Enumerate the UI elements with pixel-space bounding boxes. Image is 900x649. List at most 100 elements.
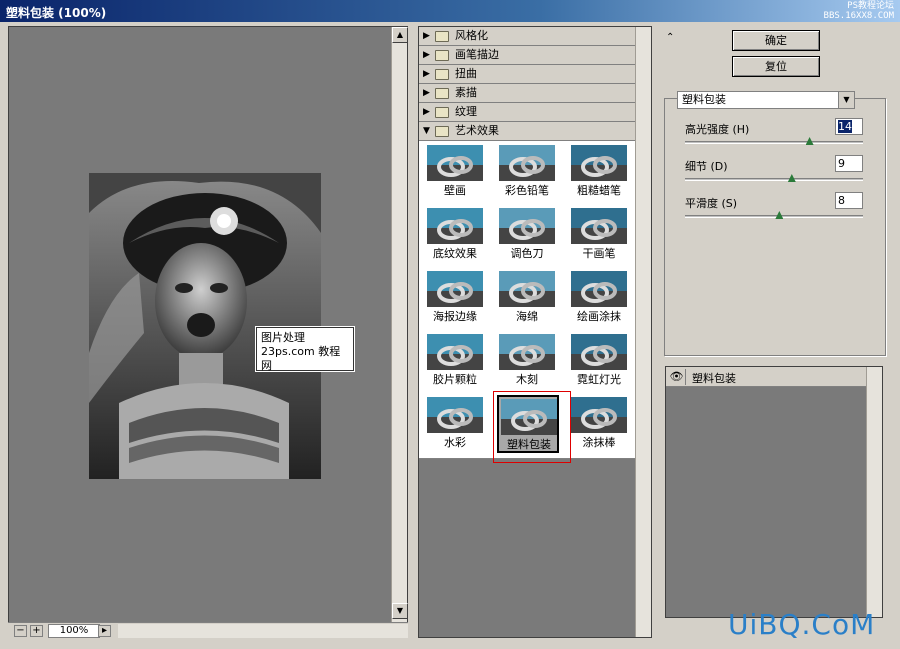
folder-icon bbox=[435, 69, 449, 80]
param-label: 平滑度 (S) bbox=[685, 197, 738, 210]
filter-thumbnail[interactable]: 粗糙蜡笔 bbox=[569, 143, 631, 201]
slider-knob-icon[interactable] bbox=[805, 137, 814, 145]
param-value-input[interactable]: 9 bbox=[835, 155, 863, 172]
watermark-overlay: 图片处理 23ps.com 教程网 bbox=[255, 326, 355, 372]
category-label: 风格化 bbox=[455, 29, 488, 42]
gallery-scrollbar[interactable] bbox=[635, 27, 651, 637]
slider-knob-icon[interactable] bbox=[787, 174, 796, 182]
eye-icon[interactable]: 👁 bbox=[668, 369, 686, 385]
param-value: 9 bbox=[838, 157, 845, 170]
param-value-input[interactable]: 14 bbox=[835, 118, 863, 135]
category-0[interactable]: ▶ 风格化 bbox=[419, 27, 651, 46]
filter-label: 调色刀 bbox=[510, 247, 544, 260]
category-label: 扭曲 bbox=[455, 67, 477, 80]
filter-label: 壁画 bbox=[444, 184, 466, 197]
collapsed-triangle-icon[interactable]: ▶ bbox=[423, 84, 430, 102]
category-4[interactable]: ▶ 纹理 bbox=[419, 103, 651, 122]
layers-scrollbar[interactable] bbox=[866, 367, 882, 617]
collapsed-triangle-icon[interactable]: ▶ bbox=[423, 65, 430, 83]
ok-button[interactable]: 确定 bbox=[732, 30, 820, 51]
filter-thumbnail[interactable]: 底纹效果 bbox=[425, 206, 487, 264]
selected-filter-highlight bbox=[493, 391, 571, 463]
folder-icon bbox=[435, 31, 449, 42]
param-slider[interactable] bbox=[685, 174, 863, 182]
filter-select-value: 塑料包装 bbox=[682, 93, 726, 106]
filter-preview-image bbox=[571, 208, 627, 244]
overlay-line1: 图片处理 bbox=[261, 331, 305, 344]
window-title: 塑料包装 (100%) bbox=[6, 6, 107, 20]
filter-select[interactable]: 塑料包装 ▼ bbox=[677, 91, 855, 109]
slider-knob-icon[interactable] bbox=[775, 211, 784, 219]
param-row: 高光强度 (H) 14 bbox=[685, 118, 865, 155]
watermark-line1: PS教程论坛 bbox=[847, 1, 894, 11]
filter-label: 涂抹棒 bbox=[582, 436, 616, 449]
preview-vertical-scrollbar[interactable]: ▲ ▼ bbox=[391, 27, 408, 637]
filter-settings: 塑料包装 ▼ 高光强度 (H) 14 细节 (D) 9 平滑度 (S) 8 bbox=[664, 91, 886, 356]
filter-thumbnail[interactable]: 壁画 bbox=[425, 143, 487, 201]
filter-label: 绘画涂抹 bbox=[577, 310, 621, 323]
category-5[interactable]: ▼ 艺术效果 bbox=[419, 122, 651, 141]
chevron-down-icon[interactable]: ▼ bbox=[838, 92, 854, 108]
filter-thumbnail[interactable]: 霓虹灯光 bbox=[569, 332, 631, 390]
filter-thumbnail[interactable]: 调色刀 bbox=[497, 206, 559, 264]
category-1[interactable]: ▶ 画笔描边 bbox=[419, 46, 651, 65]
reset-button[interactable]: 复位 bbox=[732, 56, 820, 77]
filter-preview-image bbox=[427, 145, 483, 181]
zoom-in-button[interactable]: + bbox=[30, 625, 43, 637]
filter-preview-image bbox=[499, 271, 555, 307]
category-3[interactable]: ▶ 素描 bbox=[419, 84, 651, 103]
filter-thumbnail[interactable]: 水彩 bbox=[425, 395, 487, 453]
category-label: 艺术效果 bbox=[455, 124, 499, 137]
folder-icon bbox=[435, 126, 449, 137]
filter-label: 木刻 bbox=[516, 373, 538, 386]
filter-preview-image bbox=[427, 271, 483, 307]
param-value-input[interactable]: 8 bbox=[835, 192, 863, 209]
category-label: 素描 bbox=[455, 86, 477, 99]
category-label: 画笔描边 bbox=[455, 48, 499, 61]
param-label: 高光强度 (H) bbox=[685, 123, 750, 136]
expanded-triangle-icon[interactable]: ▼ bbox=[423, 122, 430, 140]
effect-layer-row[interactable]: 👁 塑料包装 bbox=[666, 367, 868, 387]
collapsed-triangle-icon[interactable]: ▶ bbox=[423, 103, 430, 121]
filter-preview-image bbox=[499, 208, 555, 244]
site-brand-logo: UiBQ.CoM bbox=[728, 608, 876, 641]
zoom-menu-icon[interactable]: ▸ bbox=[98, 625, 111, 637]
param-row: 平滑度 (S) 8 bbox=[685, 192, 865, 229]
filter-label: 粗糙蜡笔 bbox=[577, 184, 621, 197]
param-label: 细节 (D) bbox=[685, 160, 728, 173]
param-slider[interactable] bbox=[685, 137, 863, 145]
folder-icon bbox=[435, 50, 449, 61]
filter-preview-image bbox=[571, 397, 627, 433]
filter-gallery: ▶ 风格化 ▶ 画笔描边 ▶ 扭曲 ▶ 素描 ▶ 纹理 ▼ 艺术效果 壁画 彩色铅笔 粗糙蜡笔底纹效果 调色… bbox=[418, 26, 652, 638]
layer-name: 塑料包装 bbox=[692, 372, 736, 385]
filter-thumbnail[interactable]: 海报边缘 bbox=[425, 269, 487, 327]
filter-thumbnail[interactable]: 涂抹棒 bbox=[569, 395, 631, 453]
scroll-up-icon[interactable]: ▲ bbox=[392, 27, 408, 43]
filter-thumbnail[interactable]: 绘画涂抹 bbox=[569, 269, 631, 327]
filter-label: 底纹效果 bbox=[433, 247, 477, 260]
settings-panel: ⌃ 确定 复位 塑料包装 ▼ 高光强度 (H) 14 细节 (D) 9 平滑度 (S) 8 bbox=[660, 26, 892, 358]
scroll-down-icon[interactable]: ▼ bbox=[392, 603, 408, 619]
collapse-gallery-icon[interactable]: ⌃ bbox=[666, 32, 674, 43]
collapsed-triangle-icon[interactable]: ▶ bbox=[423, 46, 430, 64]
preview-pane: 图片处理 23ps.com 教程网 ▲ ▼ bbox=[8, 26, 408, 638]
param-slider[interactable] bbox=[685, 211, 863, 219]
filter-preview-image bbox=[427, 397, 483, 433]
param-row: 细节 (D) 9 bbox=[685, 155, 865, 192]
category-label: 纹理 bbox=[455, 105, 477, 118]
filter-thumbnail[interactable]: 胶片颗粒 bbox=[425, 332, 487, 390]
zoom-out-button[interactable]: − bbox=[14, 625, 27, 637]
zoom-level-input[interactable]: 100% bbox=[48, 624, 100, 638]
filter-thumbnail[interactable]: 干画笔 bbox=[569, 206, 631, 264]
filter-thumbnail[interactable]: 彩色铅笔 bbox=[497, 143, 559, 201]
collapsed-triangle-icon[interactable]: ▶ bbox=[423, 27, 430, 45]
filter-thumbnail[interactable]: 海绵 bbox=[497, 269, 559, 327]
preview-horizontal-scrollbar[interactable] bbox=[118, 624, 408, 638]
category-list: ▶ 风格化 ▶ 画笔描边 ▶ 扭曲 ▶ 素描 ▶ 纹理 ▼ 艺术效果 bbox=[419, 27, 651, 141]
filter-preview-image bbox=[571, 145, 627, 181]
effect-layers-panel: 👁 塑料包装 bbox=[665, 366, 883, 618]
category-2[interactable]: ▶ 扭曲 bbox=[419, 65, 651, 84]
filter-label: 霓虹灯光 bbox=[577, 373, 621, 386]
filter-preview-image bbox=[427, 208, 483, 244]
filter-thumbnail[interactable]: 木刻 bbox=[497, 332, 559, 390]
